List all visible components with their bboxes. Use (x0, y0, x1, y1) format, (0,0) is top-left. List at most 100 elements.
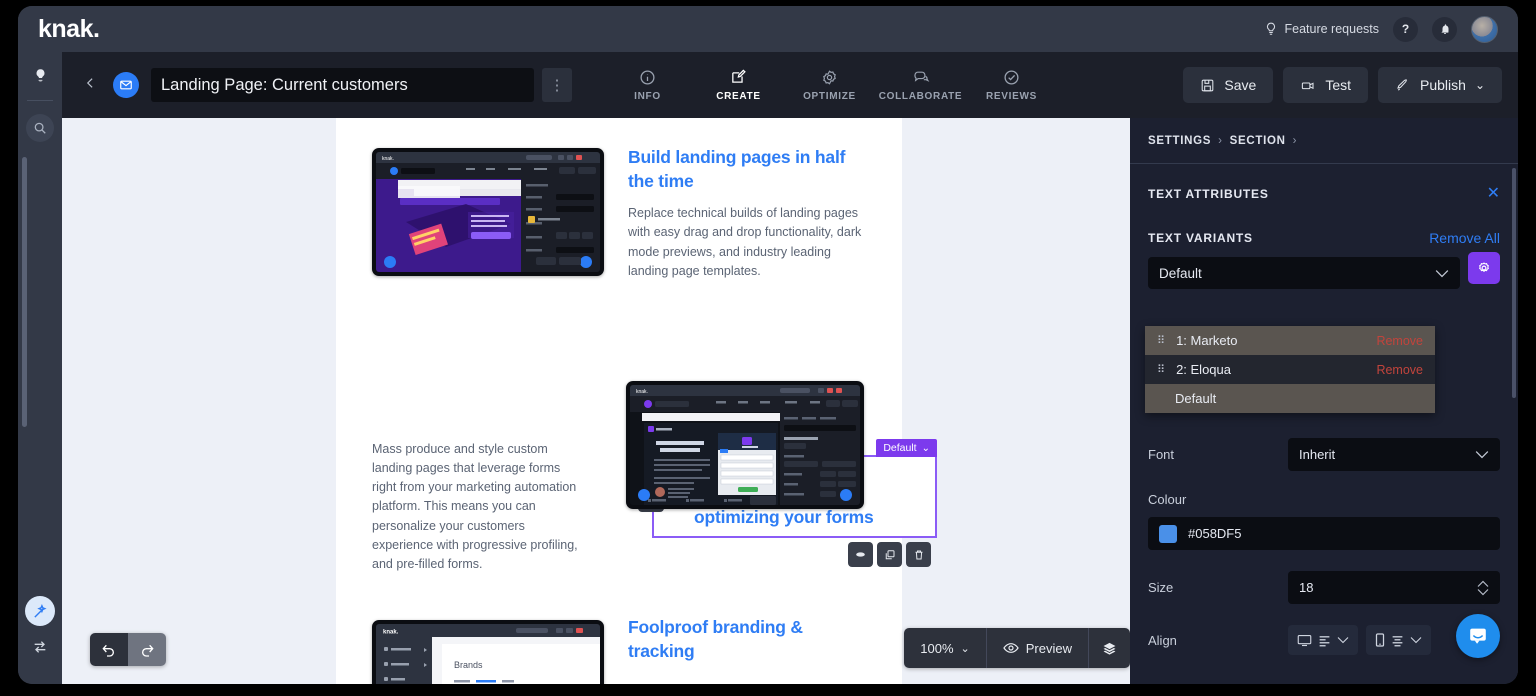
chevron-down-icon: ⌄ (960, 642, 970, 655)
tab-optimize[interactable]: OPTIMIZE (784, 69, 875, 102)
page-title-input[interactable]: Landing Page: Current customers (151, 68, 534, 102)
settings-panel: SETTINGS › SECTION › TEXT ATTRIBUTES ✕ T… (1130, 118, 1518, 684)
preview-button[interactable]: Preview (987, 628, 1089, 668)
variant-settings-button[interactable] (1468, 251, 1500, 284)
help-button[interactable]: ? (1393, 16, 1418, 42)
variant-option-marketo[interactable]: ⠿ 1: Marketo Remove (1145, 326, 1435, 355)
theme-wand-icon[interactable] (25, 596, 55, 626)
tab-create[interactable]: CREATE (693, 69, 784, 102)
gear-icon (1479, 261, 1489, 272)
variant-select[interactable]: Default (1148, 257, 1460, 289)
undo-button[interactable] (90, 633, 128, 666)
rail-scrollbar[interactable] (22, 157, 27, 427)
edit-square-icon (732, 69, 746, 83)
undo-redo-bar (90, 633, 166, 666)
desktop-icon (1297, 634, 1312, 646)
editor-screenshot-3: knak. Brands (376, 624, 600, 684)
undo-icon (102, 644, 114, 657)
test-send-icon (1302, 81, 1314, 89)
screenshot-thumbnail[interactable]: knak. (626, 381, 864, 509)
tab-info-label: INFO (634, 90, 661, 102)
content-block-1[interactable]: Build landing pages in half the time Rep… (628, 146, 868, 281)
redo-button[interactable] (128, 633, 166, 666)
screenshot-thumbnail[interactable]: knak. Brands (372, 620, 604, 684)
search-icon[interactable] (26, 114, 54, 142)
remove-all-link[interactable]: Remove All (1429, 230, 1500, 246)
drag-dots-icon[interactable]: ⠿ (1157, 334, 1166, 347)
tab-reviews[interactable]: REVIEWS (966, 69, 1057, 102)
layers-button[interactable] (1089, 628, 1130, 668)
publish-button[interactable]: Publish ⌄ (1378, 67, 1502, 103)
font-select[interactable]: Inherit (1288, 438, 1500, 471)
variant-remove-marketo[interactable]: Remove (1376, 334, 1423, 348)
font-row: Font Inherit (1148, 438, 1500, 471)
breadcrumb-sep-2: › (1292, 134, 1298, 147)
duplicate-icon[interactable] (877, 542, 902, 567)
left-rail (18, 52, 62, 684)
zoom-control[interactable]: 100% ⌄ (904, 628, 987, 668)
drag-dots-icon[interactable]: ⠿ (1157, 363, 1166, 376)
notifications-button[interactable] (1432, 16, 1457, 42)
variant-dropdown[interactable]: ⠿ 1: Marketo Remove ⠿ 2: Eloqua Remove D… (1145, 326, 1435, 413)
colour-label: Colour (1148, 492, 1187, 507)
trash-icon[interactable] (906, 542, 931, 567)
rail-divider (27, 100, 53, 101)
block-1-body: Replace technical builds of landing page… (628, 206, 862, 278)
variant-option-eloqua[interactable]: ⠿ 2: Eloqua Remove (1145, 355, 1435, 384)
tab-info[interactable]: INFO (602, 69, 693, 102)
intercom-chat-button[interactable] (1456, 614, 1500, 658)
editor-screenshot-2: knak. (630, 385, 860, 505)
breadcrumb-settings[interactable]: SETTINGS (1148, 135, 1211, 147)
tab-collaborate[interactable]: COLLABORATE (875, 69, 966, 102)
avatar[interactable] (1471, 15, 1498, 43)
text-variants-label: TEXT VARIANTS (1148, 231, 1253, 245)
editor-canvas[interactable]: knak. Build landing pages in half the ti… (62, 118, 1130, 684)
screenshot-thumbnail[interactable]: knak. (372, 148, 604, 276)
save-button[interactable]: Save (1183, 67, 1274, 103)
selection-variant-badge[interactable]: Default ⌄ (876, 439, 937, 457)
size-stepper[interactable] (1477, 580, 1489, 596)
back-button[interactable] (84, 75, 97, 96)
block-toolbar (848, 542, 931, 567)
align-label: Align (1148, 632, 1177, 648)
more-options-button[interactable]: ⋮ (542, 68, 572, 102)
close-icon[interactable]: ✕ (1487, 186, 1500, 202)
check-circle-icon (1004, 69, 1019, 85)
tab-collaborate-label: COLLABORATE (878, 90, 963, 102)
landing-page-preview[interactable]: knak. Build landing pages in half the ti… (336, 118, 937, 684)
chevron-down-icon: ⌄ (921, 442, 930, 454)
size-input[interactable]: 18 (1288, 571, 1500, 604)
block-3-heading: Foolproof branding & tracking (628, 617, 803, 661)
variant-option-default-label: Default (1175, 391, 1217, 406)
rail-lightbulb-icon[interactable] (33, 68, 48, 88)
variant-remove-eloqua[interactable]: Remove (1376, 363, 1423, 377)
chevron-down-icon (1477, 588, 1489, 595)
chevron-down-icon (1475, 447, 1489, 462)
tab-optimize-label: OPTIMIZE (803, 90, 856, 102)
content-block-3[interactable]: Foolproof branding & tracking (628, 616, 858, 663)
svg-text:Brands: Brands (454, 660, 483, 670)
top-bar: knak. Feature requests ? (18, 6, 1518, 52)
size-row: Size 18 (1148, 571, 1500, 604)
panel-scrollbar[interactable] (1512, 168, 1516, 398)
canvas-footer-bar: 100% ⌄ Preview (904, 628, 1130, 668)
app-logo[interactable]: knak. (38, 15, 100, 44)
publish-label: Publish (1420, 77, 1466, 93)
text-attributes-title: TEXT ATTRIBUTES (1148, 187, 1269, 201)
comments-icon (913, 71, 929, 82)
colour-input[interactable]: #058DF5 (1148, 517, 1500, 550)
colour-swatch[interactable] (1159, 524, 1177, 543)
breadcrumb-section[interactable]: SECTION (1230, 135, 1286, 147)
block-2-body: Mass produce and style custom landing pa… (372, 442, 578, 571)
feature-requests-button[interactable]: Feature requests (1264, 22, 1379, 36)
align-mobile-control[interactable] (1366, 625, 1431, 655)
align-center-icon (1392, 635, 1403, 646)
variant-option-default[interactable]: Default (1145, 384, 1435, 413)
test-label: Test (1325, 77, 1352, 93)
align-row: Align (1148, 625, 1500, 655)
layers-icon (1103, 642, 1116, 655)
swap-icon[interactable] (32, 639, 48, 660)
link-icon[interactable] (848, 542, 873, 567)
test-button[interactable]: Test (1283, 67, 1369, 103)
align-desktop-control[interactable] (1288, 625, 1358, 655)
